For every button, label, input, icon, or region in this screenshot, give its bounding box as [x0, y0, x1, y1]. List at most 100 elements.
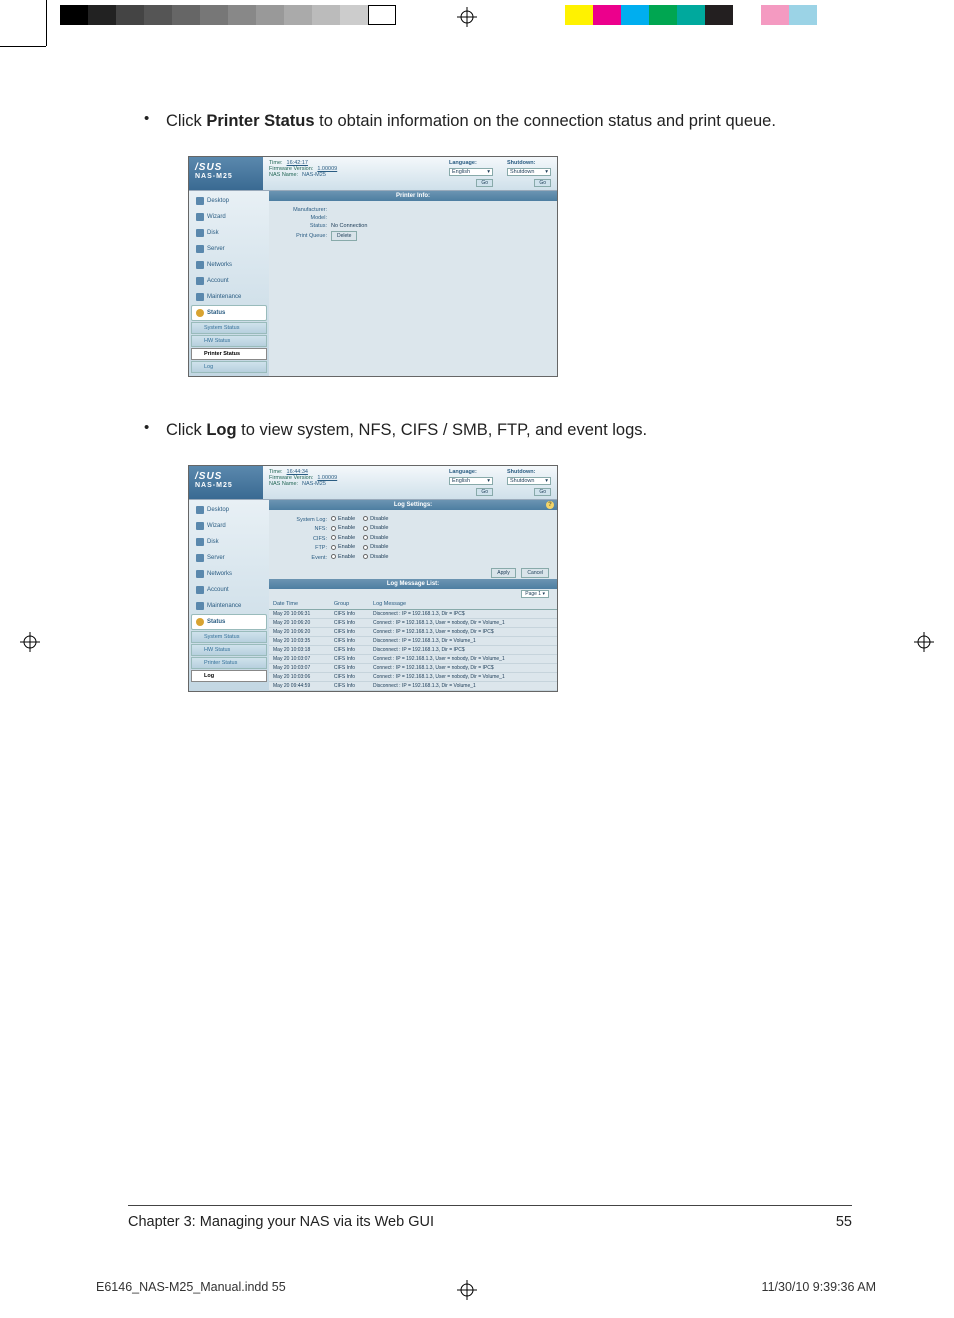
registration-mark-icon	[914, 632, 934, 652]
panel-title-log-messages: Log Message List:	[269, 579, 557, 589]
shutdown-select[interactable]: Shutdown▾	[507, 168, 551, 176]
header-controls: Language: English▾ Go Shutdown: Shutdown…	[443, 157, 557, 190]
disk-icon	[196, 538, 204, 546]
bullet-icon: •	[128, 419, 166, 443]
sidebar-sub-system-status[interactable]: System Status	[191, 631, 267, 643]
chevron-down-icon: ▾	[487, 169, 490, 175]
sidebar-sub-log[interactable]: Log	[191, 361, 267, 373]
table-row: May 20 10:06:20CIFS InfoConnect : IP = 1…	[269, 628, 557, 637]
sidebar-item-networks[interactable]: Networks	[191, 257, 267, 273]
language-select[interactable]: English▾	[449, 477, 493, 485]
enable-radio[interactable]: Enable	[331, 525, 355, 531]
panel-title: Printer Info:	[269, 191, 557, 201]
crop-mark	[0, 46, 46, 47]
sidebar-item-wizard[interactable]: Wizard	[191, 209, 267, 225]
go-button[interactable]: Go	[476, 488, 493, 496]
manufacturer-label: Manufacturer:	[275, 207, 331, 213]
delete-button[interactable]: Delete	[331, 231, 357, 241]
sidebar-item-disk[interactable]: Disk	[191, 225, 267, 241]
enable-radio[interactable]: Enable	[331, 554, 355, 560]
table-row: May 20 10:03:18CIFS InfoDisconnect : IP …	[269, 646, 557, 655]
header-controls: Language: English▾ Go Shutdown: Shutdown…	[443, 466, 557, 499]
sidebar-item-account[interactable]: Account	[191, 273, 267, 289]
print-queue-label: Print Queue:	[275, 233, 331, 239]
chevron-down-icon: ▾	[545, 169, 548, 175]
sidebar-sub-printer-status[interactable]: Printer Status	[191, 348, 267, 360]
go-button[interactable]: Go	[534, 488, 551, 496]
page-content: • Click Printer Status to obtain informa…	[128, 110, 852, 1220]
sidebar-item-disk[interactable]: Disk	[191, 534, 267, 550]
col-group: Group	[330, 599, 369, 610]
disable-radio[interactable]: Disable	[363, 544, 388, 550]
print-slug: E6146_NAS-M25_Manual.indd 55 11/30/10 9:…	[96, 1280, 876, 1294]
header-meta: Time:16:42:17 Firmware Version:1.00009 N…	[263, 157, 443, 190]
sidebar-sub-hw-status[interactable]: HW Status	[191, 644, 267, 656]
sidebar-item-status[interactable]: Status	[191, 305, 267, 321]
table-row: May 20 10:06:31CIFS InfoDisconnect : IP …	[269, 610, 557, 619]
network-icon	[196, 570, 204, 578]
cancel-button[interactable]: Cancel	[521, 568, 549, 578]
table-row: May 20 10:03:07CIFS InfoConnect : IP = 1…	[269, 664, 557, 673]
server-icon	[196, 245, 204, 253]
sidebar-sub-log[interactable]: Log	[191, 670, 267, 682]
wizard-icon	[196, 522, 204, 530]
instruction-item: • Click Log to view system, NFS, CIFS / …	[128, 419, 852, 443]
footer-rule	[128, 1205, 852, 1206]
sidebar-item-desktop[interactable]: Desktop	[191, 193, 267, 209]
sidebar-item-maintenance[interactable]: Maintenance	[191, 598, 267, 614]
sidebar-item-wizard[interactable]: Wizard	[191, 518, 267, 534]
account-icon	[196, 277, 204, 285]
language-select[interactable]: English▾	[449, 168, 493, 176]
sidebar-sub-hw-status[interactable]: HW Status	[191, 335, 267, 347]
page-select[interactable]: Page 1 ▾	[521, 590, 549, 598]
go-button[interactable]: Go	[476, 179, 493, 187]
apply-button[interactable]: Apply	[491, 568, 516, 578]
account-icon	[196, 586, 204, 594]
sidebar-sub-printer-status[interactable]: Printer Status	[191, 657, 267, 669]
disable-radio[interactable]: Disable	[363, 535, 388, 541]
table-row: May 20 10:03:35CIFS InfoDisconnect : IP …	[269, 637, 557, 646]
enable-radio[interactable]: Enable	[331, 516, 355, 522]
sidebar-item-desktop[interactable]: Desktop	[191, 502, 267, 518]
instruction-text: Click Printer Status to obtain informati…	[166, 110, 776, 134]
wizard-icon	[196, 213, 204, 221]
sidebar-item-status[interactable]: Status	[191, 614, 267, 630]
registration-mark-icon	[20, 632, 40, 652]
enable-radio[interactable]: Enable	[331, 544, 355, 550]
disable-radio[interactable]: Disable	[363, 516, 388, 522]
shutdown-select[interactable]: Shutdown▾	[507, 477, 551, 485]
network-icon	[196, 261, 204, 269]
app-header: /SUS NAS-M25 Time:16:42:17 Firmware Vers…	[189, 157, 557, 191]
sidebar-item-networks[interactable]: Networks	[191, 566, 267, 582]
disable-radio[interactable]: Disable	[363, 525, 388, 531]
sidebar-item-maintenance[interactable]: Maintenance	[191, 289, 267, 305]
crop-mark	[46, 0, 47, 46]
sidebar: Desktop Wizard Disk Server Networks Acco…	[189, 500, 269, 692]
enable-radio[interactable]: Enable	[331, 535, 355, 541]
table-row: May 20 09:44:59CIFS InfoDisconnect : IP …	[269, 682, 557, 691]
sidebar-item-server[interactable]: Server	[191, 550, 267, 566]
col-msg: Log Message	[369, 599, 557, 610]
status-icon	[196, 618, 204, 626]
col-date: Date Time	[269, 599, 330, 610]
sidebar-item-server[interactable]: Server	[191, 241, 267, 257]
table-row: May 20 10:03:07CIFS InfoConnect : IP = 1…	[269, 655, 557, 664]
model-label: Model:	[275, 215, 331, 221]
brand-logo: /SUS NAS-M25	[189, 466, 263, 499]
maintenance-icon	[196, 293, 204, 301]
instruction-text: Click Log to view system, NFS, CIFS / SM…	[166, 419, 647, 443]
page-number: 55	[836, 1214, 852, 1230]
sidebar-item-account[interactable]: Account	[191, 582, 267, 598]
go-button[interactable]: Go	[534, 179, 551, 187]
sidebar-sub-system-status[interactable]: System Status	[191, 322, 267, 334]
log-settings-form: System Log:EnableDisableNFS:EnableDisabl…	[269, 510, 557, 568]
source-file: E6146_NAS-M25_Manual.indd 55	[96, 1280, 286, 1294]
brand-logo: /SUS NAS-M25	[189, 157, 263, 190]
bullet-icon: •	[128, 110, 166, 134]
chapter-title: Chapter 3: Managing your NAS via its Web…	[128, 1214, 434, 1230]
log-screenshot: /SUS NAS-M25 Time:16:44:34 Firmware Vers…	[188, 465, 558, 693]
disable-radio[interactable]: Disable	[363, 554, 388, 560]
main-panel: Log Settings: System Log:EnableDisableNF…	[269, 500, 557, 692]
chevron-down-icon: ▾	[487, 478, 490, 484]
color-bar-right	[565, 5, 845, 25]
